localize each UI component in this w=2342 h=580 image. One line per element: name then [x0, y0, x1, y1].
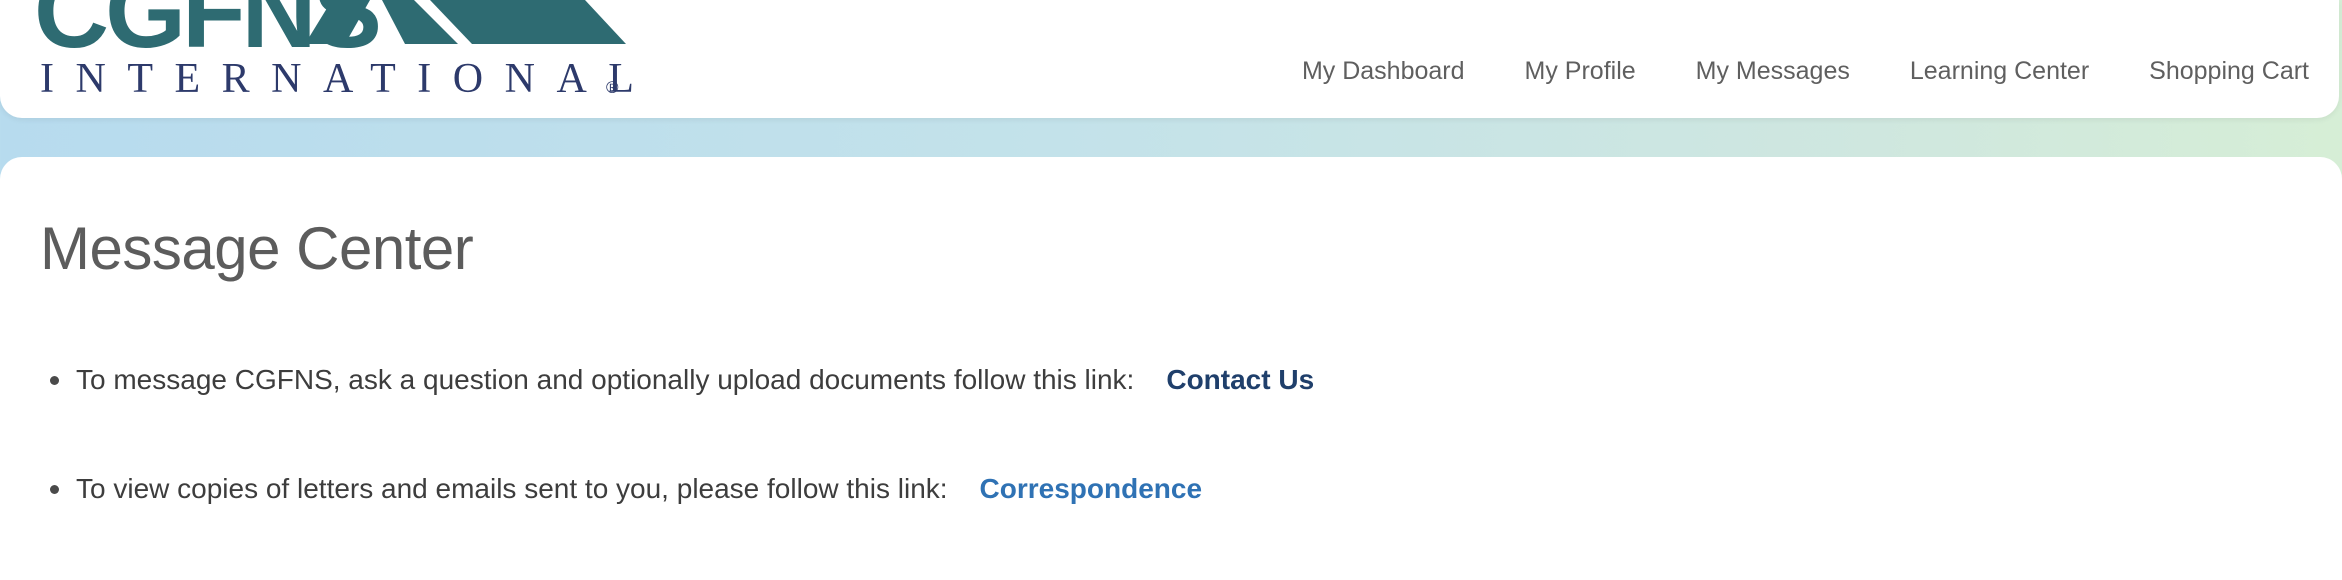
- cgfns-logo[interactable]: CGFNS INTERNATIONAL ®: [0, 0, 640, 118]
- list-item-correspondence: To view copies of letters and emails sen…: [50, 473, 1202, 505]
- site-header: CGFNS INTERNATIONAL ® My Dashboard My Pr…: [0, 0, 2339, 118]
- nav-my-dashboard[interactable]: My Dashboard: [1302, 57, 1465, 86]
- nav-my-profile[interactable]: My Profile: [1525, 57, 1636, 86]
- bullet-icon: [50, 484, 59, 494]
- message-center-panel: Message Center To message CGFNS, ask a q…: [0, 157, 2342, 580]
- main-nav: My Dashboard My Profile My Messages Lear…: [1242, 57, 2309, 86]
- bullet-icon: [50, 375, 59, 385]
- nav-my-messages[interactable]: My Messages: [1696, 57, 1850, 86]
- correspondence-instruction: To view copies of letters and emails sen…: [76, 473, 948, 504]
- contact-us-link[interactable]: Contact Us: [1166, 364, 1314, 396]
- logo-graphic: CGFNS INTERNATIONAL ®: [34, 0, 640, 102]
- nav-learning-center[interactable]: Learning Center: [1910, 57, 2089, 86]
- list-item-contact: To message CGFNS, ask a question and opt…: [50, 364, 1314, 396]
- nav-shopping-cart[interactable]: Shopping Cart: [2149, 57, 2309, 86]
- correspondence-link[interactable]: Correspondence: [980, 473, 1203, 505]
- logo-registered-mark: ®: [606, 78, 619, 97]
- page-title: Message Center: [40, 215, 474, 282]
- contact-instruction: To message CGFNS, ask a question and opt…: [76, 364, 1135, 395]
- logo-subtitle: INTERNATIONAL: [40, 56, 640, 102]
